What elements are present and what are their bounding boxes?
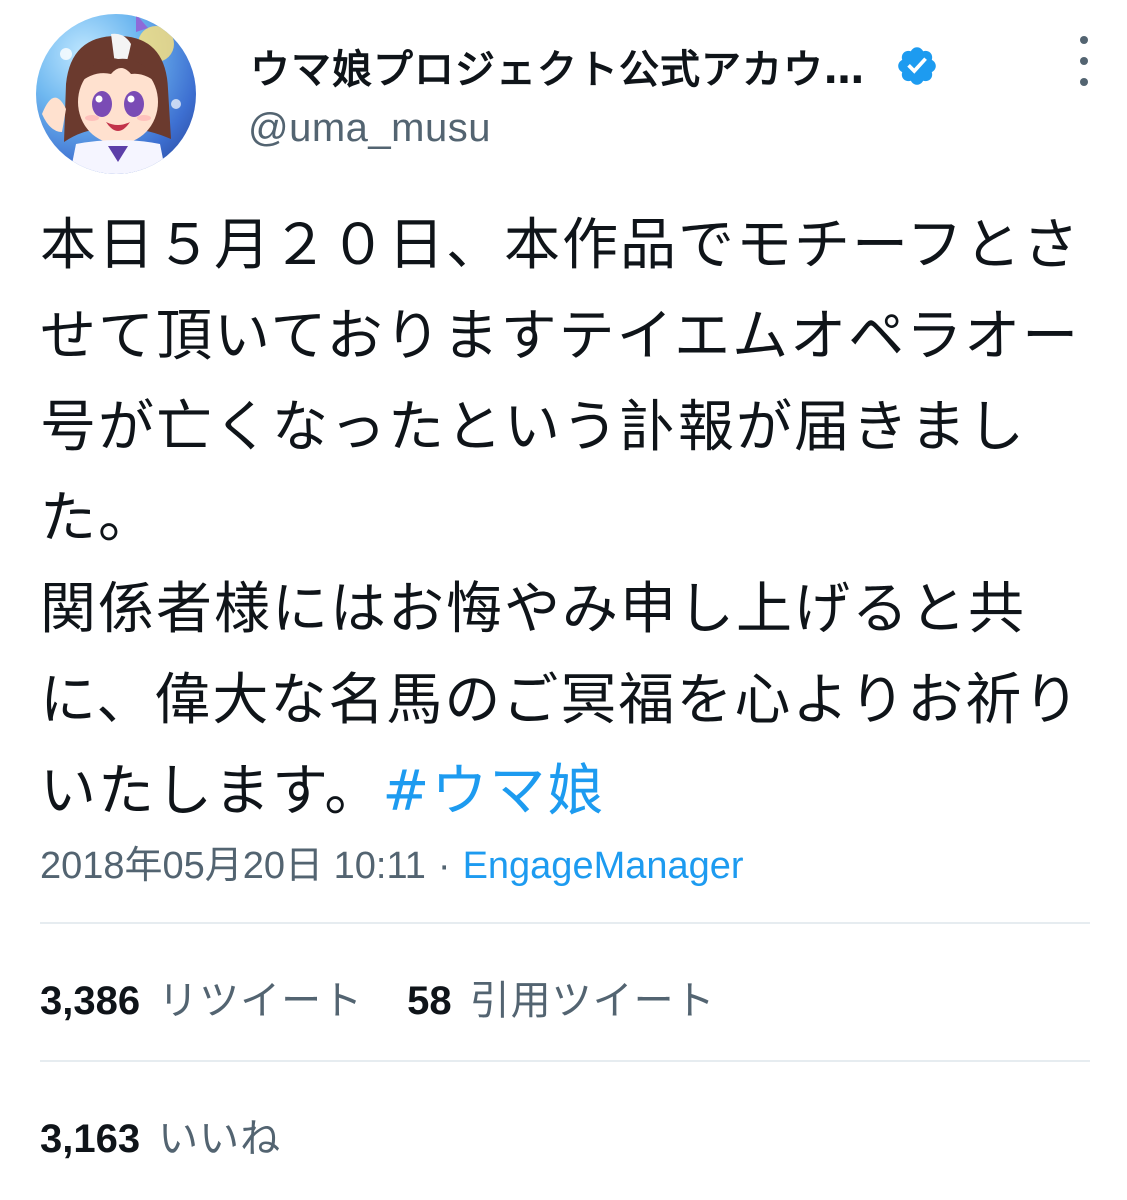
meta-separator: · [437, 845, 451, 887]
tweet-meta: 2018年05月20日 10:11 · EngageManager [40, 834, 744, 889]
display-name[interactable]: ウマ娘プロジェクト公式アカウ… [250, 37, 865, 95]
tweet-text: 本日５月２０日、本作品でモチーフとさせて頂いておりますテイエムオペラオー号が亡く… [40, 200, 1090, 837]
more-vertical-icon-dot [1080, 57, 1088, 65]
quotes-count: 58 [407, 979, 452, 1023]
engagement-row: 3,386 リツイート 58 引用ツイート [40, 968, 760, 1026]
likes-row: 3,163 いいね [40, 1106, 325, 1164]
quotes-stat[interactable]: 58 引用ツイート [407, 968, 716, 1026]
retweets-count: 3,386 [40, 979, 141, 1023]
likes-stat[interactable]: 3,163 いいね [40, 1106, 281, 1164]
more-vertical-icon [1080, 36, 1088, 44]
character-avatar-icon [42, 14, 181, 174]
more-options-button[interactable] [1072, 36, 1096, 86]
more-vertical-icon-dot [1080, 78, 1088, 86]
tweet-body: 本日５月２０日、本作品でモチーフとさせて頂いておりますテイエムオペラオー号が亡く… [40, 213, 1082, 824]
hashtag-link[interactable]: #ウマ娘 [382, 759, 605, 824]
tweet-detail: ウマ娘プロジェクト公式アカウ… @uma_musu 本日５月２０日、本作品でモチ… [0, 0, 1127, 1200]
timestamp[interactable]: 2018年05月20日 10:11 [40, 845, 426, 887]
likes-label: いいね [158, 1116, 282, 1162]
author-handle[interactable]: @uma_musu [248, 106, 491, 151]
avatar[interactable] [36, 14, 196, 174]
likes-count: 3,163 [40, 1117, 141, 1161]
author-name-row[interactable]: ウマ娘プロジェクト公式アカウ… [250, 36, 939, 96]
quotes-label: 引用ツイート [469, 978, 716, 1024]
retweets-stat[interactable]: 3,386 リツイート [40, 968, 363, 1026]
divider [40, 1060, 1090, 1062]
divider [40, 922, 1090, 924]
tweet-header: ウマ娘プロジェクト公式アカウ… @uma_musu [36, 14, 1096, 174]
source-link[interactable]: EngageManager [463, 845, 744, 887]
verified-badge-icon [898, 47, 936, 85]
retweets-label: リツイート [158, 978, 364, 1024]
